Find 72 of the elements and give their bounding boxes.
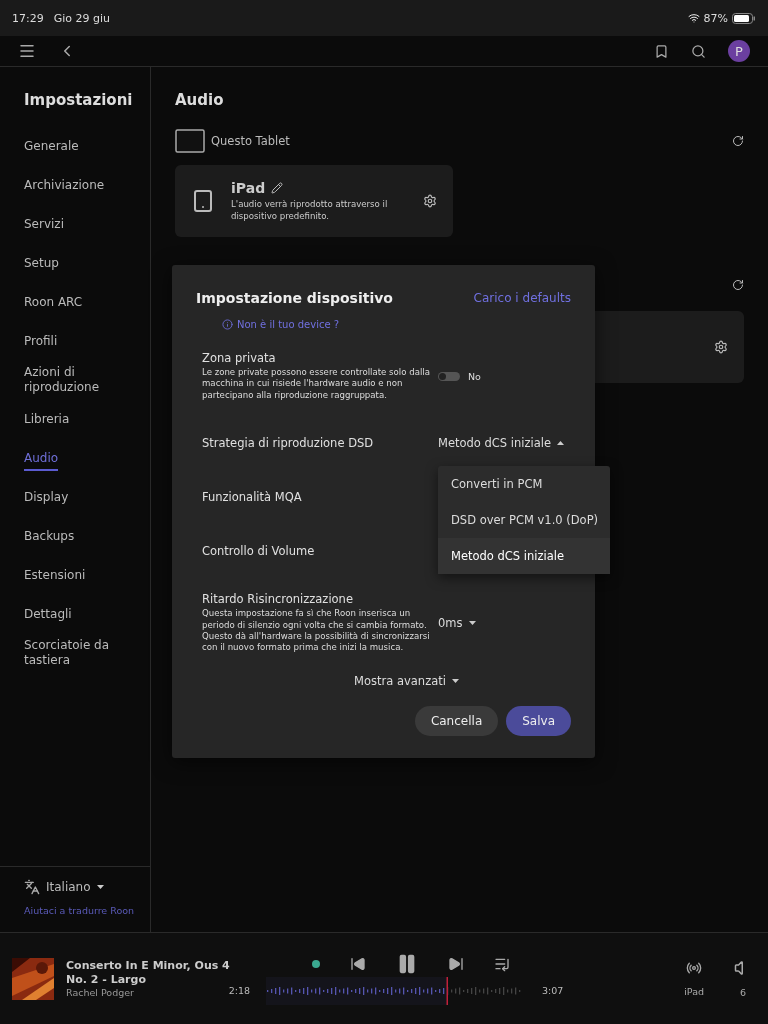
- track-artist: Rachel Podger: [66, 987, 135, 999]
- sidebar-item[interactable]: Audio: [24, 450, 59, 471]
- setting-label: Funzionalità MQA: [202, 490, 303, 504]
- sidebar-item[interactable]: Estensioni: [24, 567, 86, 588]
- menu-item[interactable]: DSD over PCM v1.0 (DoP): [438, 502, 610, 538]
- advanced-toggle[interactable]: Mostra avanzati: [354, 674, 446, 688]
- volume-level: 6: [739, 987, 746, 998]
- avatar[interactable]: P: [728, 40, 750, 62]
- setting-label: Zona privata: [202, 350, 277, 365]
- setting-label: Strategia di riproduzione DSD: [202, 436, 375, 450]
- caret-icon: [557, 441, 565, 445]
- caret-icon: [451, 679, 459, 683]
- status-date: Gio 29 giu: [53, 11, 110, 25]
- section-heading: Questo Tablet: [211, 134, 290, 148]
- sidebar-item[interactable]: Servizi: [24, 216, 64, 237]
- battery-percent: 87%: [703, 11, 728, 25]
- device-link[interactable]: Non è il tuo device ?: [237, 319, 340, 330]
- sidebar-item[interactable]: Backups: [24, 528, 75, 549]
- search-icon[interactable]: [691, 43, 706, 59]
- sidebar-item[interactable]: Scorciatoie da tastiera: [24, 638, 140, 673]
- pencil-icon[interactable]: [271, 181, 284, 194]
- setting-label: Controllo di Volume: [202, 544, 316, 558]
- zone-icon[interactable]: [686, 960, 703, 976]
- sidebar-item[interactable]: Display: [24, 489, 69, 510]
- next-icon[interactable]: [448, 955, 464, 972]
- setting-description: Le zone private possono essere controllate solo dalla macchina in cui risiede l'hardware audio e non partecipano alla riproduzione raggruppata.: [202, 366, 431, 402]
- tablet-icon: [191, 189, 215, 213]
- tablet-icon: [175, 129, 205, 153]
- dropdown[interactable]: Metodo dCS iniziale: [438, 436, 571, 450]
- status-time: 17:29: [12, 11, 44, 25]
- translate-icon: [24, 879, 40, 895]
- sidebar-item[interactable]: Libreria: [24, 411, 70, 432]
- menu-item[interactable]: Converti in PCM: [438, 466, 610, 502]
- menu-icon[interactable]: [18, 42, 36, 60]
- bookmark-icon[interactable]: [654, 43, 669, 59]
- caret-icon: [468, 621, 476, 625]
- sidebar-item[interactable]: Generale: [24, 138, 79, 159]
- page-title: Audio: [175, 91, 225, 109]
- sidebar-title: Impostazioni: [24, 91, 134, 109]
- defaults-link[interactable]: Carico i defaults: [473, 291, 571, 305]
- sidebar-item[interactable]: Profili: [24, 333, 58, 354]
- toggle-value: No: [468, 370, 481, 382]
- caret-icon: [96, 885, 104, 889]
- sidebar-item[interactable]: Roon ARC: [24, 294, 83, 315]
- refresh-icon[interactable]: [732, 279, 744, 291]
- settings-icon[interactable]: [423, 194, 437, 208]
- setting-label: Ritardo Risincronizzazione: [202, 592, 354, 607]
- info-icon: [222, 319, 233, 330]
- elapsed-time: 2:18: [228, 985, 250, 996]
- sidebar-item[interactable]: Archiviazione: [24, 177, 105, 198]
- refresh-icon[interactable]: [732, 135, 744, 147]
- menu-item[interactable]: Metodo dCS iniziale: [438, 538, 610, 574]
- setting-description: Questa impostazione fa sì che Roon inserisca un periodo di silenzio ogni volta che si cambia formato. Questo dà all'hardware la possibilità di sincronizzarsi con il nuovo formato prima che inizi la musica.: [202, 608, 431, 654]
- sidebar-item[interactable]: Setup: [24, 255, 59, 276]
- wifi-icon: [687, 12, 700, 24]
- zone-name[interactable]: iPad: [684, 986, 704, 997]
- save-button[interactable]: Salva: [506, 706, 571, 736]
- status-dot: [312, 959, 320, 968]
- device-description: L'audio verrà riprodotto attraverso il dispositivo predefinito.: [231, 198, 389, 223]
- sidebar-item[interactable]: Dettagli: [24, 606, 72, 627]
- language-select[interactable]: Italiano: [46, 880, 91, 894]
- device-name: iPad: [231, 179, 266, 196]
- battery-icon: [732, 12, 756, 24]
- previous-icon[interactable]: [350, 955, 366, 972]
- toggle-switch[interactable]: [438, 371, 460, 381]
- sidebar-item[interactable]: Azioni di riproduzione: [24, 365, 140, 400]
- track-title: Conserto In E Minor, Ous 4 No. 2 - Largo: [66, 958, 231, 987]
- total-time: 3:07: [542, 985, 564, 996]
- cancel-button[interactable]: Cancella: [414, 706, 499, 736]
- dialog-title: Impostazione dispositivo: [196, 290, 393, 306]
- settings-icon[interactable]: [714, 340, 728, 354]
- dropdown[interactable]: 0ms: [438, 616, 571, 630]
